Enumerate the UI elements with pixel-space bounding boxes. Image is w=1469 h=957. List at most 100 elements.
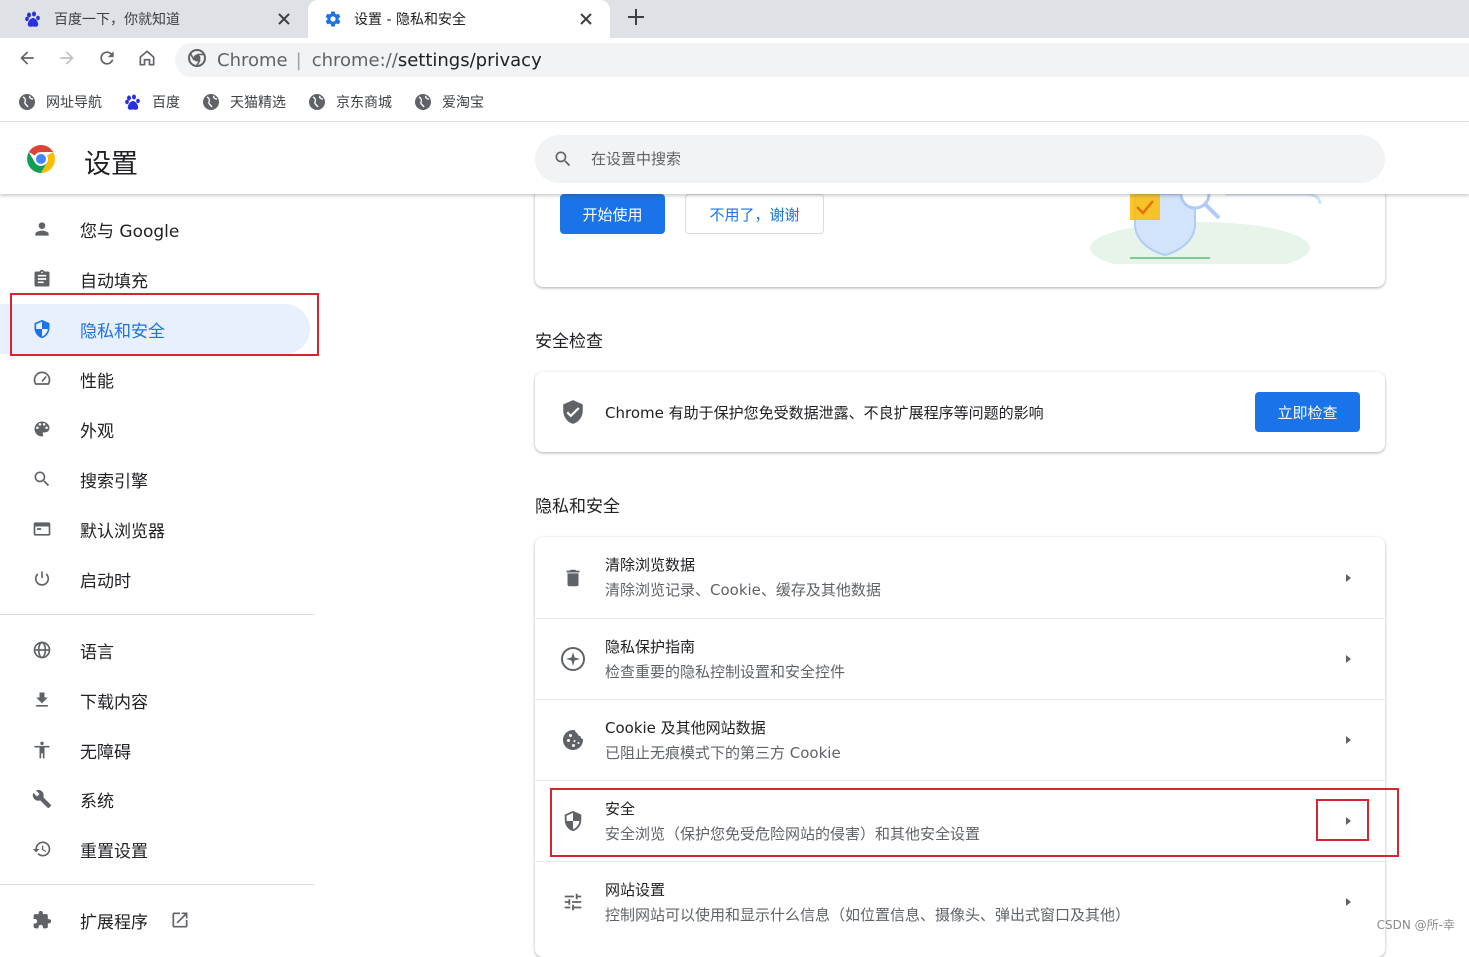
speedometer-icon — [30, 367, 54, 391]
row-subtitle: 检查重要的隐私控制设置和安全控件 — [605, 662, 846, 681]
omnibox-url-path: settings/privacy — [397, 49, 542, 71]
row-site-settings[interactable]: 网站设置 控制网站可以使用和显示什么信息（如位置信息、摄像头、弹出式窗口及其他） — [535, 861, 1385, 942]
search-input[interactable] — [591, 150, 1191, 168]
chrome-logo-icon — [26, 144, 56, 174]
bookmark-label: 京东商城 — [336, 94, 392, 111]
history-icon — [30, 837, 54, 861]
bookmark-jd[interactable]: 京东商城 — [308, 92, 392, 112]
cookie-icon — [560, 727, 586, 753]
sidebar-item-label: 隐私和安全 — [80, 321, 165, 342]
sidebar-item-on-startup[interactable]: 启动时 — [0, 554, 310, 604]
sidebar-item-label: 扩展程序 — [80, 912, 148, 933]
shield-icon — [560, 808, 586, 834]
clipboard-icon — [30, 267, 54, 291]
globe-icon — [18, 93, 36, 111]
palette-icon — [30, 417, 54, 441]
row-title: 清除浏览数据 — [605, 556, 696, 574]
sidebar-item-label: 搜索引擎 — [80, 471, 148, 492]
settings-sidebar: 您与 Google 自动填充 隐私和安全 性能 外观 搜索引擎 默认浏览器 启动… — [0, 194, 320, 940]
arrow-right-icon[interactable] — [1336, 728, 1360, 752]
search-icon — [553, 149, 573, 169]
tab-title: 百度一下，你就知道 — [54, 12, 180, 28]
row-security[interactable]: 安全 安全浏览（保护您免受危险网站的侵害）和其他安全设置 — [535, 780, 1385, 861]
close-icon[interactable] — [274, 9, 294, 29]
browser-window-icon — [30, 517, 54, 541]
tab-baidu[interactable]: 百度一下，你就知道 — [0, 0, 308, 38]
watermark: CSDN @所-幸 — [1376, 918, 1455, 932]
bookmark-tmall[interactable]: 天猫精选 — [202, 92, 286, 112]
privacy-settings-card: 清除浏览数据 清除浏览记录、Cookie、缓存及其他数据 隐私保护指南 检查重要… — [535, 537, 1385, 957]
no-thanks-button[interactable]: 不用了，谢谢 — [685, 194, 824, 234]
sidebar-item-extensions[interactable]: 扩展程序 — [0, 895, 230, 945]
row-privacy-guide[interactable]: 隐私保护指南 检查重要的隐私控制设置和安全控件 — [535, 618, 1385, 699]
sidebar-item-performance[interactable]: 性能 — [0, 354, 310, 404]
sidebar-item-label: 无障碍 — [80, 742, 131, 763]
sidebar-item-reset[interactable]: 重置设置 — [0, 824, 310, 874]
sidebar-item-label: 系统 — [80, 791, 114, 812]
arrow-right-icon[interactable] — [1336, 890, 1360, 914]
row-subtitle: 清除浏览记录、Cookie、缓存及其他数据 — [605, 581, 881, 599]
back-button[interactable] — [15, 48, 39, 72]
row-title: Cookie 及其他网站数据 — [605, 718, 766, 737]
bookmark-aitaobao[interactable]: 爱淘宝 — [414, 92, 484, 112]
safety-check-card: Chrome 有助于保护您免受数据泄露、不良扩展程序等问题的影响 立即检查 — [535, 372, 1385, 452]
row-title: 隐私保护指南 — [605, 637, 696, 656]
row-subtitle: 控制网站可以使用和显示什么信息（如位置信息、摄像头、弹出式窗口及其他） — [605, 905, 1131, 924]
baidu-paw-icon — [24, 10, 42, 28]
shield-check-icon — [560, 399, 586, 425]
sidebar-item-privacy[interactable]: 隐私和安全 — [0, 304, 310, 354]
sidebar-item-accessibility[interactable]: 无障碍 — [0, 725, 310, 775]
safety-check-description: Chrome 有助于保护您免受数据泄露、不良扩展程序等问题的影响 — [605, 404, 1044, 422]
bookmark-label: 百度 — [152, 94, 180, 111]
accessibility-icon — [30, 738, 54, 762]
new-tab-button[interactable] — [622, 6, 650, 32]
bookmarks-bar: 网址导航 百度 天猫精选 京东商城 爱淘宝 — [0, 82, 1469, 122]
close-icon[interactable] — [576, 9, 596, 29]
sidebar-item-label: 外观 — [80, 421, 114, 442]
sidebar-item-you-and-google[interactable]: 您与 Google — [0, 204, 310, 254]
bookmark-baidu[interactable]: 百度 — [124, 92, 180, 112]
globe-icon — [308, 93, 326, 111]
sidebar-divider — [0, 884, 314, 885]
tab-settings[interactable]: 设置 - 隐私和安全 — [308, 0, 610, 38]
sidebar-item-downloads[interactable]: 下载内容 — [0, 675, 310, 725]
power-icon — [30, 567, 54, 591]
check-now-button[interactable]: 立即检查 — [1255, 392, 1360, 432]
sidebar-item-label: 性能 — [80, 371, 114, 392]
row-cookies[interactable]: Cookie 及其他网站数据 已阻止无痕模式下的第三方 Cookie — [535, 699, 1385, 780]
tune-icon — [560, 889, 586, 915]
page-title: 设置 — [84, 149, 138, 180]
arrow-right-icon[interactable] — [1336, 566, 1360, 590]
globe-icon — [202, 93, 220, 111]
row-title: 网站设置 — [605, 880, 666, 899]
sidebar-item-system[interactable]: 系统 — [0, 774, 310, 824]
start-button[interactable]: 开始使用 — [560, 194, 665, 234]
sidebar-item-autofill[interactable]: 自动填充 — [0, 254, 310, 304]
sidebar-item-search-engine[interactable]: 搜索引擎 — [0, 454, 310, 504]
omnibox-separator: | — [295, 49, 302, 71]
home-icon — [137, 48, 157, 72]
tab-strip: 百度一下，你就知道 设置 - 隐私和安全 — [0, 0, 1469, 38]
omnibox-url-scheme: chrome:// — [311, 49, 398, 71]
sidebar-item-label: 默认浏览器 — [80, 521, 165, 542]
reload-button[interactable] — [95, 48, 119, 72]
chrome-icon — [187, 48, 207, 73]
bookmark-label: 爱淘宝 — [442, 94, 484, 111]
sidebar-item-appearance[interactable]: 外观 — [0, 404, 310, 454]
globe-icon — [30, 638, 54, 662]
person-icon — [30, 217, 54, 241]
row-clear-browsing-data[interactable]: 清除浏览数据 清除浏览记录、Cookie、缓存及其他数据 — [535, 537, 1385, 618]
address-bar[interactable]: Chrome | chrome:// settings/privacy — [175, 43, 1469, 77]
open-in-new-icon — [170, 910, 190, 930]
sidebar-item-label: 重置设置 — [80, 841, 148, 862]
settings-main: 开始使用 不用了，谢谢 安全检查 Chrome 有助于保护您免受数据泄露、不良扩… — [535, 164, 1385, 957]
settings-search[interactable] — [535, 135, 1385, 183]
sidebar-item-languages[interactable]: 语言 — [0, 625, 310, 675]
arrow-right-icon[interactable] — [1336, 647, 1360, 671]
home-button[interactable] — [135, 48, 159, 72]
arrow-right-icon[interactable] — [1336, 809, 1360, 833]
bookmark-url-nav[interactable]: 网址导航 — [18, 92, 102, 112]
forward-button[interactable] — [55, 48, 79, 72]
sidebar-item-default-browser[interactable]: 默认浏览器 — [0, 504, 310, 554]
sidebar-item-label: 语言 — [80, 642, 114, 663]
